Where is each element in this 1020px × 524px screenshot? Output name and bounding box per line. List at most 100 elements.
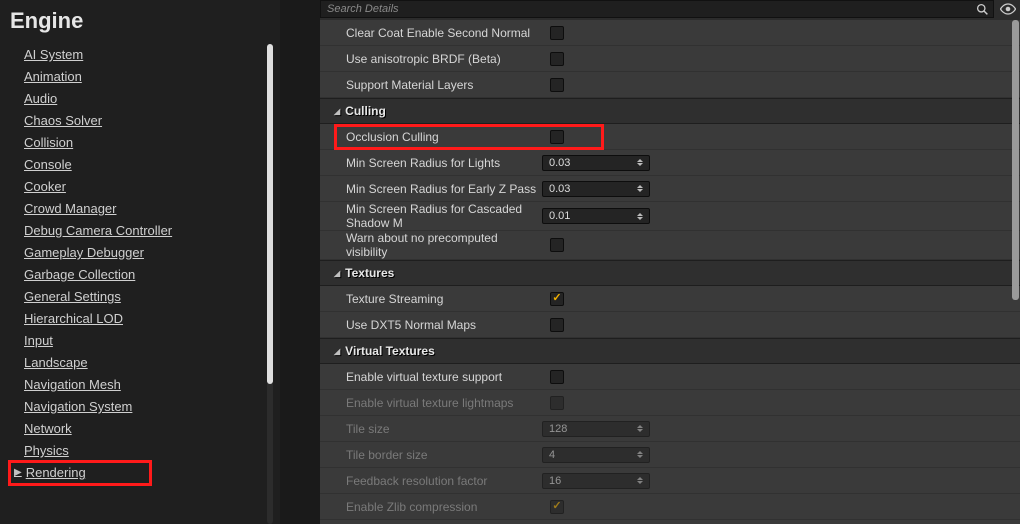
sidebar-item-label: Debug Camera Controller — [24, 223, 172, 238]
sidebar-item-label: Console — [24, 157, 72, 172]
sidebar-scroll-thumb[interactable] — [267, 44, 273, 384]
sidebar-item-label: Animation — [24, 69, 82, 84]
spinbox-handle-icon[interactable] — [635, 211, 645, 221]
numeric-spinbox[interactable]: 0.01 — [542, 208, 650, 224]
sidebar-item-label: Rendering — [26, 465, 86, 480]
spinbox-value: 4 — [549, 449, 555, 461]
sidebar-item-label: Cooker — [24, 179, 66, 194]
property-value — [542, 26, 662, 40]
property-value — [542, 318, 662, 332]
sidebar-item-ai-system[interactable]: AI System — [24, 44, 256, 66]
visibility-toggle-icon[interactable] — [998, 0, 1018, 18]
sidebar-item-console[interactable]: Console — [24, 154, 256, 176]
search-icon[interactable] — [976, 3, 989, 16]
spinbox-value: 128 — [549, 423, 567, 435]
sidebar-item-landscape[interactable]: Landscape — [24, 352, 256, 374]
sidebar-item-navigation-system[interactable]: Navigation System — [24, 396, 256, 418]
sidebar-scrollbar[interactable] — [262, 44, 278, 524]
sidebar-item-animation[interactable]: Animation — [24, 66, 256, 88]
spinbox-handle-icon[interactable] — [635, 158, 645, 168]
sidebar-item-rendering[interactable]: ▶Rendering — [10, 462, 150, 484]
property-row: Support Material Layers — [320, 72, 1020, 98]
property-label: Min Screen Radius for Early Z Pass — [320, 182, 542, 196]
property-value — [542, 78, 662, 92]
sidebar-item-navigation-mesh[interactable]: Navigation Mesh — [24, 374, 256, 396]
checkbox[interactable] — [550, 78, 564, 92]
sidebar-item-label: Collision — [24, 135, 73, 150]
sidebar-item-label: Garbage Collection — [24, 267, 135, 282]
sidebar-item-label: Physics — [24, 443, 69, 458]
property-row: Enable Zlib compression — [320, 494, 1020, 520]
checkbox[interactable] — [550, 52, 564, 66]
property-row: Texture Streaming — [320, 286, 1020, 312]
details-scroll-thumb[interactable] — [1012, 20, 1019, 300]
property-label: Enable Zlib compression — [320, 500, 542, 514]
sidebar-item-label: Chaos Solver — [24, 113, 102, 128]
sidebar-item-cooker[interactable]: Cooker — [24, 176, 256, 198]
property-row: Use anisotropic BRDF (Beta) — [320, 46, 1020, 72]
search-box[interactable] — [320, 0, 994, 18]
sidebar-item-label: Navigation System — [24, 399, 132, 414]
property-value — [542, 130, 662, 144]
property-label: Use anisotropic BRDF (Beta) — [320, 52, 542, 66]
sidebar-item-hierarchical-lod[interactable]: Hierarchical LOD — [24, 308, 256, 330]
sidebar-item-physics[interactable]: Physics — [24, 440, 256, 462]
property-label: Tile border size — [320, 448, 542, 462]
property-label: Clear Coat Enable Second Normal — [320, 26, 542, 40]
property-value — [542, 238, 662, 252]
numeric-spinbox: 16 — [542, 473, 650, 489]
property-label: Enable virtual texture support — [320, 370, 542, 384]
checkbox[interactable] — [550, 370, 564, 384]
sidebar-item-garbage-collection[interactable]: Garbage Collection — [24, 264, 256, 286]
numeric-spinbox: 128 — [542, 421, 650, 437]
sidebar-item-crowd-manager[interactable]: Crowd Manager — [24, 198, 256, 220]
section-header-textures[interactable]: ◢ Textures — [320, 260, 1020, 286]
spinbox-value: 0.03 — [549, 183, 570, 195]
property-row: Occlusion Culling — [320, 124, 1020, 150]
sidebar-item-general-settings[interactable]: General Settings — [24, 286, 256, 308]
spinbox-value: 0.01 — [549, 210, 570, 222]
sidebar-item-label: Audio — [24, 91, 57, 106]
checkbox[interactable] — [550, 130, 564, 144]
property-row: Min Screen Radius for Cascaded Shadow M0… — [320, 202, 1020, 231]
property-label: Min Screen Radius for Lights — [320, 156, 542, 170]
spinbox-handle-icon[interactable] — [635, 184, 645, 194]
section-title: Textures — [345, 266, 394, 280]
sidebar-item-gameplay-debugger[interactable]: Gameplay Debugger — [24, 242, 256, 264]
property-value: 4 — [542, 447, 662, 463]
property-row: Warn about no precomputed visibility — [320, 231, 1020, 260]
sidebar-list: AI System Animation Audio Chaos Solver Colli… — [0, 44, 280, 524]
sidebar-item-input[interactable]: Input — [24, 330, 256, 352]
property-row: Min Screen Radius for Early Z Pass 0.03 — [320, 176, 1020, 202]
numeric-spinbox[interactable]: 0.03 — [542, 181, 650, 197]
sidebar-section-title: Engine — [0, 0, 280, 44]
section-header-virtual-textures[interactable]: ◢Virtual Textures — [320, 338, 1020, 364]
sidebar-item-label: General Settings — [24, 289, 121, 304]
details-body: Clear Coat Enable Second Normal Use aniso… — [320, 20, 1020, 524]
checkbox[interactable] — [550, 238, 564, 252]
property-row: Clear Coat Enable Second Normal — [320, 20, 1020, 46]
sidebar-item-network[interactable]: Network — [24, 418, 256, 440]
property-row: Min Screen Radius for Lights0.03 — [320, 150, 1020, 176]
property-value — [542, 500, 662, 514]
sidebar-item-debug-camera-controller[interactable]: Debug Camera Controller — [24, 220, 256, 242]
section-title: Culling — [345, 104, 386, 118]
checkbox[interactable] — [550, 318, 564, 332]
property-value: 128 — [542, 421, 662, 437]
property-value — [542, 292, 662, 306]
property-label: Warn about no precomputed visibility — [320, 231, 542, 259]
sidebar-item-chaos-solver[interactable]: Chaos Solver — [24, 110, 256, 132]
numeric-spinbox[interactable]: 0.03 — [542, 155, 650, 171]
sidebar-item-collision[interactable]: Collision — [24, 132, 256, 154]
spinbox-handle-icon — [635, 424, 645, 434]
section-header-culling[interactable]: ◢Culling — [320, 98, 1020, 124]
search-input[interactable] — [321, 1, 993, 17]
checkbox — [550, 500, 564, 514]
checkbox[interactable] — [550, 26, 564, 40]
collapse-arrow-icon: ◢ — [334, 269, 340, 278]
property-value: 0.01 — [542, 208, 662, 224]
property-label: Feedback resolution factor — [320, 474, 542, 488]
sidebar-item-audio[interactable]: Audio — [24, 88, 256, 110]
checkbox[interactable] — [550, 292, 564, 306]
sidebar: Engine AI System Animation Audio Chaos Solv… — [0, 0, 280, 524]
